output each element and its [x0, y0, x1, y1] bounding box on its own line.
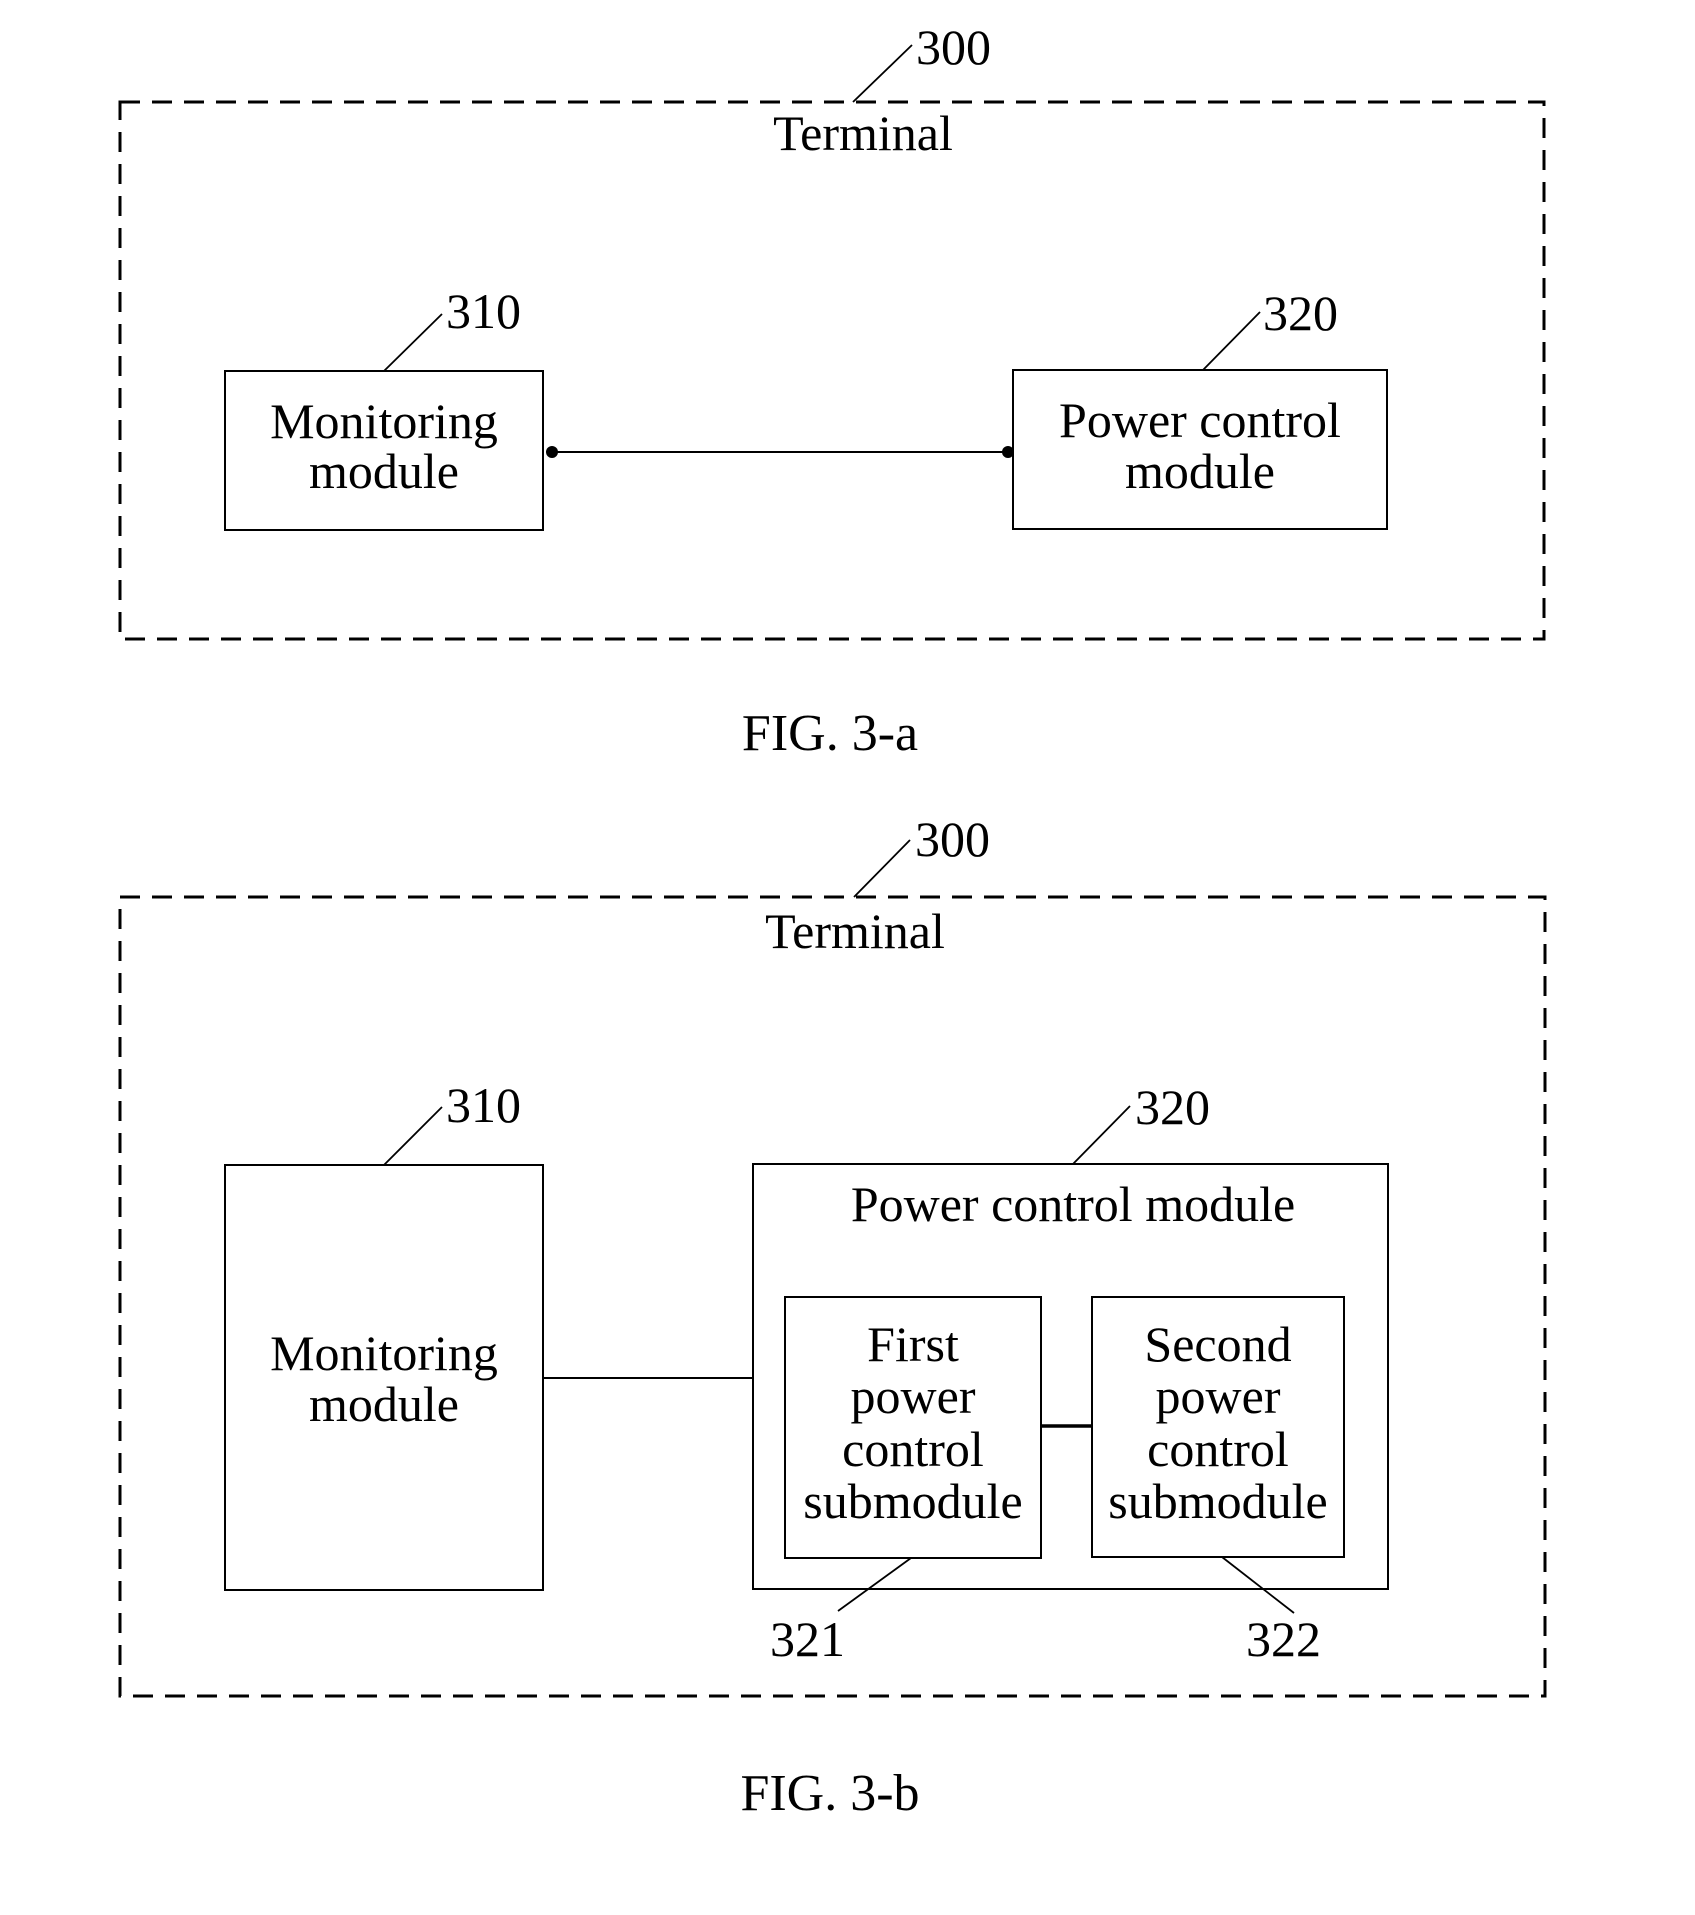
- first-submodule-label-line1: First: [867, 1316, 959, 1372]
- connector-dot-right-3a: [1002, 446, 1014, 458]
- figure-3b: 300 Terminal Monitoring module 310 Power…: [118, 811, 1547, 1822]
- ref-label-300-3b: 300: [915, 811, 990, 867]
- second-submodule-label-line3: control: [1147, 1421, 1289, 1477]
- patent-figure-sheet: 300 Terminal Monitoring module 310 Power…: [118, 19, 1547, 1822]
- power-control-module-title-3b: Power control module: [851, 1176, 1295, 1232]
- monitoring-module-label-line1-3b: Monitoring: [270, 1325, 498, 1381]
- monitoring-module-label-line2-3a: module: [309, 443, 459, 499]
- monitoring-module-label-line2-3b: module: [309, 1376, 459, 1432]
- ref-label-320-3b: 320: [1135, 1079, 1210, 1135]
- ref-label-310-3a: 310: [446, 283, 521, 339]
- first-submodule-label-line3: control: [842, 1421, 984, 1477]
- second-power-control-submodule: Second power control submodule 322: [1091, 1296, 1345, 1667]
- leader-line-320-3a: [1202, 311, 1261, 371]
- power-control-module-label-line1-3a: Power control: [1059, 392, 1341, 448]
- ref-label-300-3a: 300: [916, 19, 991, 75]
- leader-line-310-3a: [383, 313, 443, 372]
- monitoring-module-3a: Monitoring module 310: [224, 283, 544, 531]
- second-submodule-label-line2: power: [1156, 1368, 1281, 1424]
- first-submodule-label-line2: power: [851, 1368, 976, 1424]
- terminal-label-3b: Terminal: [765, 903, 945, 959]
- power-control-module-3a: Power control module 320: [1012, 285, 1388, 530]
- monitoring-module-label-line1-3a: Monitoring: [270, 393, 498, 449]
- connector-dot-left-3a: [546, 446, 558, 458]
- ref-label-310-3b: 310: [446, 1077, 521, 1133]
- ref-label-322: 322: [1246, 1611, 1321, 1667]
- leader-line-310-3b: [383, 1106, 443, 1166]
- second-submodule-label-line1: Second: [1144, 1316, 1291, 1372]
- power-control-module-3b: Power control module 320 First power con…: [752, 1079, 1389, 1667]
- monitoring-module-3b: Monitoring module 310: [224, 1077, 544, 1591]
- terminal-label-3a: Terminal: [773, 105, 953, 161]
- second-submodule-label-line4: submodule: [1108, 1473, 1327, 1529]
- ref-label-320-3a: 320: [1263, 285, 1338, 341]
- leader-line-300-3a: [852, 44, 913, 103]
- leader-line-300-3b: [853, 839, 911, 898]
- ref-label-321: 321: [770, 1611, 845, 1667]
- figure-3a: 300 Terminal Monitoring module 310 Power…: [118, 19, 1546, 762]
- leader-line-320-3b: [1072, 1105, 1131, 1165]
- figure-caption-3b: FIG. 3-b: [740, 1765, 919, 1822]
- figure-caption-3a: FIG. 3-a: [742, 705, 918, 762]
- first-power-control-submodule: First power control submodule 321: [770, 1296, 1042, 1667]
- power-control-module-label-line2-3a: module: [1125, 443, 1275, 499]
- first-submodule-label-line4: submodule: [803, 1473, 1022, 1529]
